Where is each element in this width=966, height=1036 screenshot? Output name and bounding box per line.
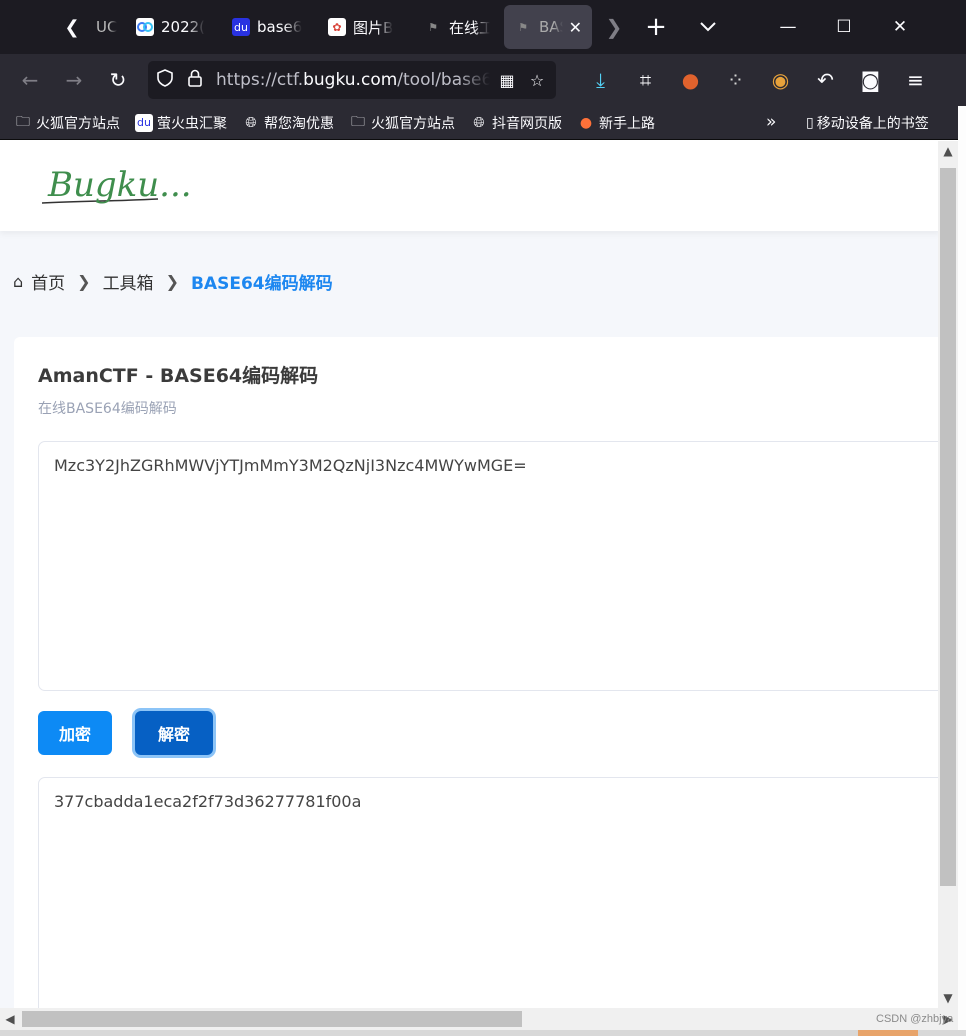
lock-icon[interactable] (186, 69, 204, 91)
logo-text: Bugku... (47, 165, 192, 205)
bugku-logo[interactable]: Bugku... (40, 161, 200, 207)
qr-code-icon[interactable]: ▦ (498, 71, 516, 90)
encode-button[interactable]: 加密 (38, 711, 112, 755)
mobile-bookmarks-label: 移动设备上的书签 (816, 116, 929, 132)
scroll-tabs-left-icon[interactable]: ❮ (52, 7, 92, 47)
card-title: AmanCTF - BASE64编码解码 (38, 365, 319, 387)
site-header: Bugku... (0, 141, 940, 231)
tab-label: 在线工 (449, 18, 490, 37)
close-tab-icon[interactable]: ✕ (569, 18, 582, 37)
close-window-icon[interactable]: ✕ (872, 0, 928, 54)
bookmark-label: 帮您淘优惠 (264, 115, 334, 132)
url-bar[interactable]: https://ctf.bugku.com/tool/base64 ▦ ☆ (148, 61, 556, 99)
extension-mascot-icon[interactable]: ● (668, 62, 713, 98)
decode-button[interactable]: 解密 (135, 711, 213, 755)
chevron-right-icon: ❯ (77, 272, 91, 291)
horizontal-scroll-thumb[interactable] (22, 1011, 522, 1027)
breadcrumb-home[interactable]: 首页 (31, 269, 65, 294)
navigation-toolbar: ← → ↻ https://ctf.bugku.com/tool/base64 … (0, 54, 966, 106)
background-window-edge (958, 106, 966, 1030)
tab-0[interactable]: UC (92, 5, 126, 49)
baidu-netdisk-icon (136, 18, 154, 36)
maximize-window-icon[interactable]: ☐ (816, 0, 872, 54)
bookmark-item[interactable]: ● 新手上路 (577, 113, 655, 133)
tampermonkey-icon[interactable]: ◉ (758, 62, 803, 98)
forward-arrow-icon[interactable]: → (52, 62, 96, 98)
bookmark-label: 萤火虫汇聚 (157, 115, 227, 132)
tab-strip: ❮ UC 2022( du base6 ✿ 图片B ⚑ 在线工 ⚑ BAS ✕ … (0, 0, 966, 54)
tab-label: BAS (539, 18, 563, 36)
mobile-bookmarks[interactable]: ▯ 移动设备上的书签 (806, 113, 929, 133)
vertical-scrollbar[interactable]: ▲ ▼ (938, 141, 958, 1008)
list-tabs-chevron-down-icon[interactable] (680, 7, 736, 47)
tab-1[interactable]: 2022( (126, 5, 222, 49)
tab-label: 2022( (161, 18, 206, 36)
url-suffix: /tool/base64 (397, 70, 490, 90)
bookmark-item[interactable]: 🌐︎ 帮您淘优惠 (242, 113, 334, 133)
tab-label: UC (96, 18, 118, 36)
shield-icon[interactable] (156, 69, 174, 91)
folder-icon: 🗀 (351, 113, 365, 130)
new-tab-icon[interactable]: + (632, 7, 680, 47)
card-subtitle: 在线BASE64编码解码 (38, 401, 177, 417)
scroll-left-arrow-icon[interactable]: ◀ (0, 1008, 20, 1030)
flag-icon: ⚑ (518, 20, 528, 34)
bookmark-label: 新手上路 (599, 115, 655, 132)
tab-label: base6 (257, 18, 303, 36)
firefox-icon: ● (579, 114, 593, 131)
undo-icon[interactable]: ↶ (803, 62, 848, 98)
minimize-window-icon[interactable]: — (760, 0, 816, 54)
url-text[interactable]: https://ctf.bugku.com/tool/base64 (216, 70, 490, 90)
url-prefix: https://ctf. (216, 70, 304, 90)
orange-tab-marker (858, 1030, 918, 1036)
bookmark-item[interactable]: du 萤火虫汇聚 (135, 113, 227, 133)
bookmark-item[interactable]: 🗀 火狐官方站点 (14, 113, 120, 133)
page-viewport: Bugku... ⌂ 首页 ❯ 工具箱 ❯ BASE64编码解码 AmanCTF… (0, 141, 958, 1008)
extension-balls-icon[interactable]: ⁘ (713, 62, 758, 98)
more-bookmarks-chevron-icon[interactable]: » (766, 112, 776, 132)
globe-icon: 🌐︎ (473, 114, 485, 131)
bookmark-item[interactable]: 🌐︎ 抖音网页版 (470, 113, 562, 133)
scroll-up-arrow-icon[interactable]: ▲ (938, 141, 958, 161)
bookmark-label: 火狐官方站点 (36, 115, 120, 132)
tab-label: 图片B (353, 18, 394, 37)
watermark: CSDN @zhbjya (876, 1013, 954, 1025)
breadcrumb-current: BASE64编码解码 (190, 274, 333, 294)
reload-icon[interactable]: ↻ (96, 62, 140, 98)
url-domain: bugku.com (303, 70, 398, 90)
private-mask-icon[interactable]: ◙ (848, 62, 893, 98)
breadcrumb: ⌂ 首页 ❯ 工具箱 ❯ BASE64编码解码 (13, 269, 333, 294)
mascot-icon: ✿ (328, 18, 346, 36)
baidu-paw-icon: du (135, 113, 153, 132)
bookmark-label: 抖音网页版 (492, 115, 562, 132)
folder-icon: 🗀 (16, 113, 30, 130)
bookmark-item[interactable]: 🗀 火狐官方站点 (349, 113, 455, 133)
bookmarks-toolbar: 🗀 火狐官方站点 du 萤火虫汇聚 🌐︎ 帮您淘优惠 🗀 火狐官方站点 🌐︎ 抖音网页版 … (0, 106, 966, 140)
screenshot-crop-icon[interactable]: ⌗ (623, 62, 668, 98)
base64-input-textarea[interactable] (38, 441, 958, 691)
bookmark-star-icon[interactable]: ☆ (528, 71, 546, 90)
download-icon[interactable]: ⤓ (578, 62, 623, 98)
tab-5-active[interactable]: ⚑ BAS ✕ (504, 5, 592, 49)
horizontal-scrollbar[interactable]: ◀ ▶ (0, 1008, 958, 1030)
home-icon: ⌂ (13, 272, 24, 291)
bottom-strip (0, 1030, 966, 1036)
tab-3[interactable]: ✿ 图片B (318, 5, 414, 49)
scroll-tabs-right-icon[interactable]: ❯ (596, 7, 632, 47)
tab-4[interactable]: ⚑ 在线工 (414, 5, 500, 49)
breadcrumb-tools[interactable]: 工具箱 (103, 269, 154, 294)
baidu-paw-icon: du (232, 18, 250, 36)
flag-icon: ⚑ (428, 20, 438, 34)
hamburger-menu-icon[interactable]: ≡ (893, 62, 938, 98)
back-arrow-icon[interactable]: ← (8, 62, 52, 98)
base64-output-textarea[interactable] (38, 777, 958, 1008)
bookmark-label: 火狐官方站点 (371, 115, 455, 132)
vertical-scroll-thumb[interactable] (940, 168, 956, 886)
base64-tool-card: AmanCTF - BASE64编码解码 在线BASE64编码解码 加密 解密 (14, 337, 958, 1008)
scroll-down-arrow-icon[interactable]: ▼ (938, 988, 958, 1008)
chevron-right-icon: ❯ (165, 272, 179, 291)
tab-2[interactable]: du base6 (222, 5, 318, 49)
globe-icon: 🌐︎ (245, 114, 257, 131)
mobile-device-icon: ▯ (806, 115, 814, 131)
